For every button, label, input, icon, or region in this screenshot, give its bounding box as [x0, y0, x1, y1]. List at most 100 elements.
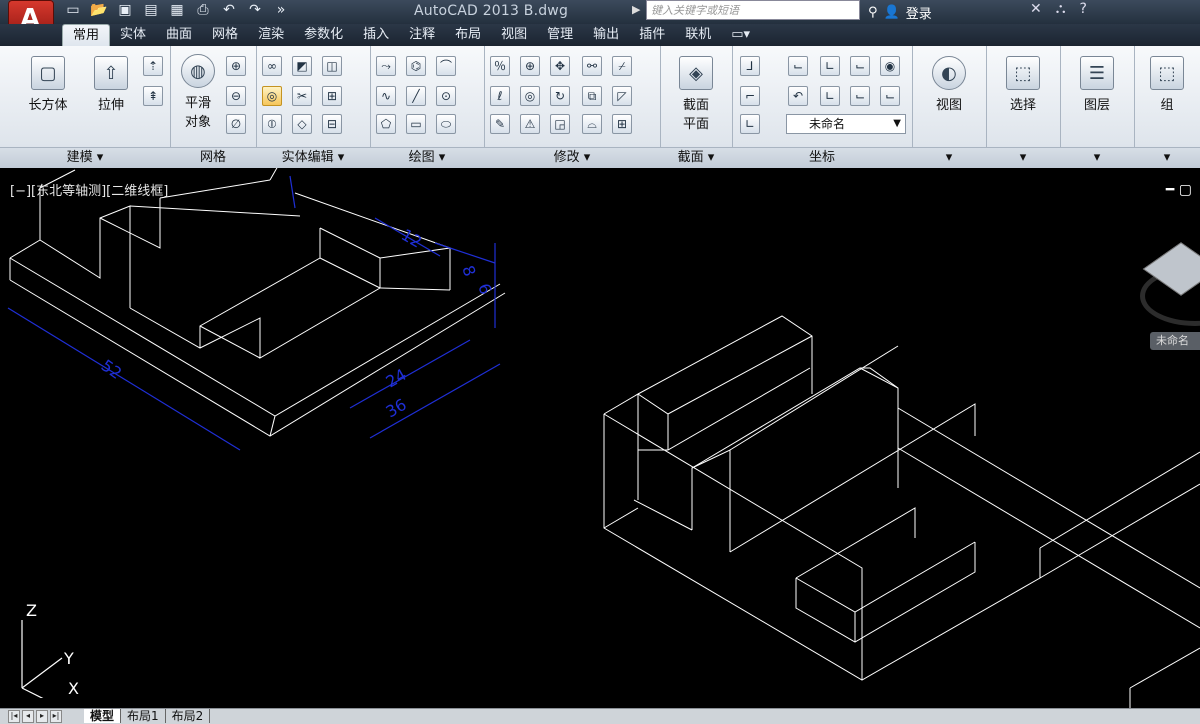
slice-icon[interactable]: ✂ — [292, 86, 312, 106]
panel-draw-title[interactable]: 绘图 ▾ — [370, 147, 484, 168]
presspull-icon[interactable]: ⇡ — [143, 56, 163, 76]
ucs-view-icon[interactable]: ⌙ — [788, 56, 808, 76]
save-as-icon[interactable]: ▤ — [142, 1, 160, 19]
viewport-controls-label[interactable]: [−][东北等轴测][二维线框] — [10, 180, 168, 199]
tab-home[interactable]: 常用 — [62, 24, 111, 46]
ucs-origin-icon[interactable]: ∟ — [740, 114, 760, 134]
next-layout-icon[interactable]: ▸ — [36, 710, 48, 723]
login-link[interactable]: 登录 — [906, 3, 932, 22]
more-icon[interactable]: » — [272, 1, 290, 19]
named-ucs-dropdown[interactable]: 未命名 ▼ — [786, 114, 906, 134]
ellipse-icon[interactable]: ⬭ — [436, 114, 456, 134]
3d-rotate-icon[interactable]: ◎ — [520, 86, 540, 106]
ucs-x-icon[interactable]: ∟ — [820, 56, 840, 76]
panel-mesh-title[interactable]: 网格 — [170, 147, 256, 168]
polygon-icon[interactable]: ⬠ — [376, 114, 396, 134]
open-file-icon[interactable]: 📂 — [90, 1, 108, 19]
search-arrow-icon[interactable]: ▶ — [632, 3, 640, 16]
tab-mesh[interactable]: 网格 — [202, 24, 248, 46]
tab-view[interactable]: 视图 — [491, 24, 537, 46]
print-icon[interactable]: ⎙ — [194, 1, 212, 19]
ucs-icon[interactable]: ⅃ — [740, 56, 760, 76]
fillet-edge-icon[interactable]: ◩ — [292, 56, 312, 76]
section-plane-button[interactable]: ◈ 截面 平面 — [670, 56, 722, 132]
panel-section-title[interactable]: 截面 ▾ — [660, 147, 732, 168]
ucs-face-icon[interactable]: ⌙ — [880, 86, 900, 106]
tab-extra-icon[interactable]: ▭▾ — [721, 24, 760, 46]
ucs-object-icon[interactable]: ◉ — [880, 56, 900, 76]
undo-icon[interactable]: ↶ — [220, 1, 238, 19]
helix-icon[interactable]: ⌬ — [406, 56, 426, 76]
panel-modify-title[interactable]: 修改 ▾ — [484, 147, 660, 168]
ucs-3point-icon[interactable]: ⌙ — [850, 86, 870, 106]
redo-icon[interactable]: ↷ — [246, 1, 264, 19]
arc-icon[interactable]: ⌒ — [436, 56, 456, 76]
box-button[interactable]: ▢ 长方体 — [18, 56, 78, 113]
select-button[interactable]: ⬚ 选择 — [998, 56, 1048, 113]
panel-select-title[interactable]: ▾ — [986, 147, 1060, 168]
new-file-icon[interactable]: ▭ — [64, 1, 82, 19]
spline-icon[interactable]: ∿ — [376, 86, 396, 106]
extrude-button[interactable]: ⇧ 拉伸 — [86, 56, 136, 113]
tab-surface[interactable]: 曲面 — [156, 24, 202, 46]
smooth-more-icon[interactable]: ⊕ — [226, 56, 246, 76]
community-icon[interactable]: ⛬ — [1056, 1, 1066, 17]
scale-icon[interactable]: ％ — [490, 56, 510, 76]
brush-icon[interactable]: ✎ — [490, 114, 510, 134]
tab-annotate[interactable]: 注释 — [399, 24, 445, 46]
array-icon[interactable]: ⊞ — [612, 114, 632, 134]
panel-view-title[interactable]: ▾ — [912, 147, 986, 168]
panel-solid-edit-title[interactable]: 实体编辑 ▾ — [256, 147, 370, 168]
exchange-icon[interactable]: ✕ — [1030, 1, 1042, 17]
separate-icon[interactable]: ⊟ — [322, 114, 342, 134]
help-button[interactable]: ? — [1080, 1, 1087, 17]
tab-layout1[interactable]: 布局1 — [121, 709, 166, 723]
subtract-icon[interactable]: ◎ — [262, 86, 282, 106]
viewport-minimize-icon[interactable]: ━ ▢ — [1166, 182, 1192, 198]
stretch-icon[interactable]: ◲ — [550, 114, 570, 134]
extract-edges-icon[interactable]: ◫ — [322, 56, 342, 76]
refine-mesh-icon[interactable]: ∅ — [226, 114, 246, 134]
tab-render[interactable]: 渲染 — [248, 24, 294, 46]
move-icon[interactable]: ✥ — [550, 56, 570, 76]
ucs-menu-button[interactable]: 未命名 — [1150, 332, 1200, 350]
tab-layout2[interactable]: 布局2 — [166, 709, 211, 723]
tab-model[interactable]: 模型 — [84, 709, 122, 723]
search-input[interactable]: 键入关键字或短语 — [646, 0, 860, 20]
view-button[interactable]: ◐ 视图 — [924, 56, 974, 113]
tab-layout[interactable]: 布局 — [445, 24, 491, 46]
ucs-y-icon[interactable]: ∟ — [820, 86, 840, 106]
panel-group-title[interactable]: ▾ — [1134, 147, 1200, 168]
tab-insert[interactable]: 插入 — [353, 24, 399, 46]
binoculars-icon[interactable]: ⚲ — [868, 5, 878, 20]
smooth-object-button[interactable]: ◍ 平滑 对象 — [176, 54, 220, 130]
save-icon[interactable]: ▣ — [116, 1, 134, 19]
polyline-icon[interactable]: ⤳ — [376, 56, 396, 76]
copy-icon[interactable]: ⧉ — [582, 86, 602, 106]
ucs-world-icon[interactable]: ⌐ — [740, 86, 760, 106]
first-layout-icon[interactable]: |◂ — [8, 710, 20, 723]
chamfer-icon[interactable]: ◸ — [612, 86, 632, 106]
rotate-icon[interactable]: ↻ — [550, 86, 570, 106]
panel-modeling-title[interactable]: 建模 ▾ — [0, 147, 170, 168]
drawing-viewport[interactable]: 12 8 6 52 24 36 [−][东北等轴测][二维线框] ━ ▢ 未命名… — [0, 168, 1200, 708]
tab-parametric[interactable]: 参数化 — [294, 24, 353, 46]
prev-layout-icon[interactable]: ◂ — [22, 710, 34, 723]
union-icon[interactable]: ∞ — [262, 56, 282, 76]
rectangle-icon[interactable]: ▭ — [406, 114, 426, 134]
shell-icon[interactable]: ◇ — [292, 114, 312, 134]
smooth-less-icon[interactable]: ⊖ — [226, 86, 246, 106]
3d-align-icon[interactable]: ⚠ — [520, 114, 540, 134]
3d-move-icon[interactable]: ⊕ — [520, 56, 540, 76]
tab-manage[interactable]: 管理 — [537, 24, 583, 46]
circle-icon[interactable]: ⊙ — [436, 86, 456, 106]
imprint-icon[interactable]: ⊞ — [322, 86, 342, 106]
polysolid-icon[interactable]: ⇞ — [143, 86, 163, 106]
layers-button[interactable]: ☰ 图层 — [1072, 56, 1122, 113]
user-icon[interactable]: 👤 — [884, 5, 900, 20]
panel-coordinates-title[interactable]: 坐标 — [732, 147, 912, 168]
mirror-icon[interactable]: ⚯ — [582, 56, 602, 76]
line-icon[interactable]: ╱ — [406, 86, 426, 106]
intersect-icon[interactable]: ⦶ — [262, 114, 282, 134]
ucs-previous-icon[interactable]: ↶ — [788, 86, 808, 106]
